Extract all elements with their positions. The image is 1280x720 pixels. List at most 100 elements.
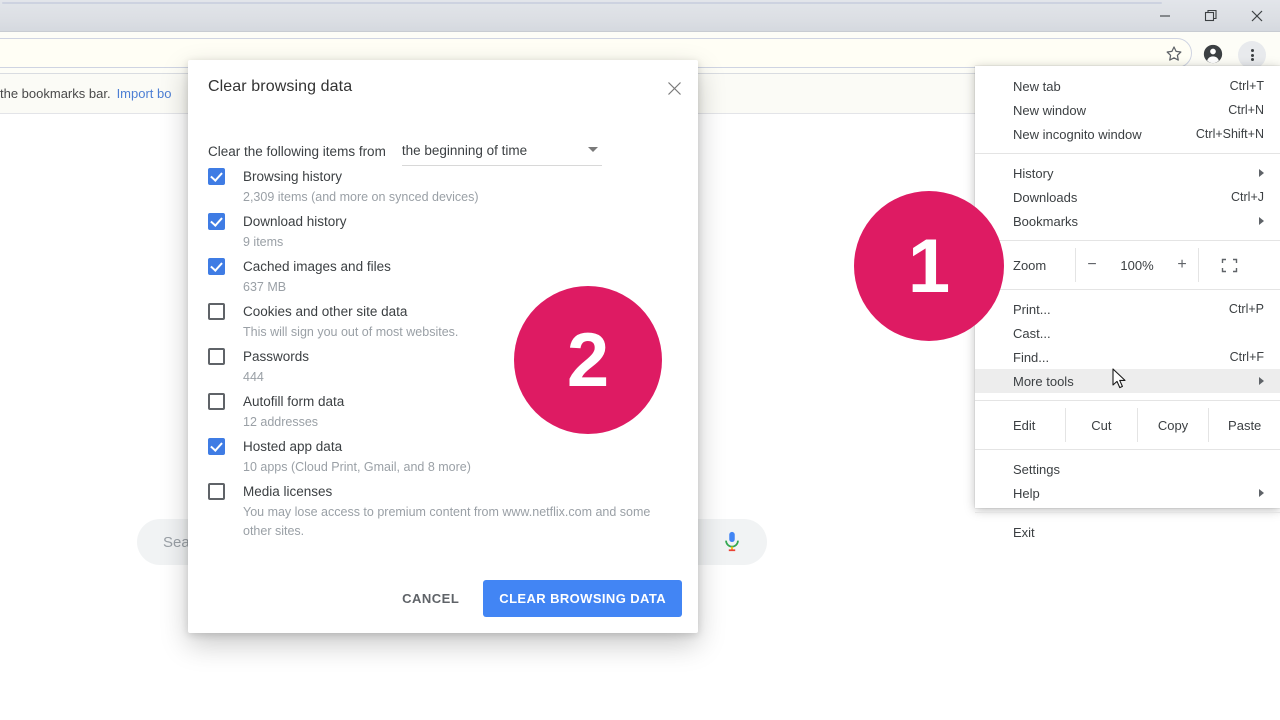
data-type-label: Cached images and files xyxy=(243,259,391,274)
data-type-label: Media licenses xyxy=(243,484,333,499)
menu-item-settings[interactable]: Settings xyxy=(975,457,1280,481)
step-badge-1: 1 xyxy=(854,191,1004,341)
data-type-item[interactable]: Media licenses You may lose access to pre… xyxy=(208,483,680,547)
three-dot-menu-button[interactable] xyxy=(1238,41,1266,69)
checkbox[interactable] xyxy=(208,303,225,320)
menu-item-find[interactable]: Find... Ctrl+F xyxy=(975,345,1280,369)
menu-item-new-tab[interactable]: New tab Ctrl+T xyxy=(975,74,1280,98)
zoom-out-button[interactable]: − xyxy=(1076,256,1108,274)
paste-button[interactable]: Paste xyxy=(1209,418,1280,433)
browser-window: the bookmarks bar. Import bo Search Clea… xyxy=(0,0,1280,720)
minimize-button[interactable] xyxy=(1142,0,1188,32)
menu-separator xyxy=(975,400,1280,401)
dialog-actions: CANCEL CLEAR BROWSING DATA xyxy=(388,580,682,617)
dialog-close-button[interactable] xyxy=(662,76,686,100)
menu-separator xyxy=(975,449,1280,450)
data-type-texts: Browsing history 2,309 items (and more on… xyxy=(243,168,680,207)
chevron-down-icon xyxy=(587,147,598,152)
checkbox[interactable] xyxy=(208,348,225,365)
menu-item-new-incognito-window[interactable]: New incognito window Ctrl+Shift+N xyxy=(975,122,1280,146)
menu-item-shortcut: Ctrl+T xyxy=(1229,79,1264,93)
clear-browsing-data-button[interactable]: CLEAR BROWSING DATA xyxy=(483,580,682,617)
zoom-level-value: 100% xyxy=(1120,257,1154,273)
restore-button[interactable] xyxy=(1188,0,1234,32)
menu-item-cast[interactable]: Cast... xyxy=(975,321,1280,345)
step-badge-number: 1 xyxy=(907,223,951,309)
close-icon xyxy=(1251,10,1263,22)
bookmark-star-icon[interactable] xyxy=(1164,44,1184,64)
menu-item-shortcut: Ctrl+Shift+N xyxy=(1195,127,1264,141)
menu-item-shortcut: Ctrl+J xyxy=(1231,190,1264,204)
menu-item-label: More tools xyxy=(1013,373,1074,389)
menu-item-history[interactable]: History xyxy=(975,161,1280,185)
checkbox[interactable] xyxy=(208,168,225,185)
data-type-texts: Media licenses You may lose access to pre… xyxy=(243,483,680,541)
minimize-icon xyxy=(1160,15,1170,17)
step-badge-2: 2 xyxy=(514,286,662,434)
menu-item-label: Downloads xyxy=(1013,189,1078,205)
submenu-arrow-icon xyxy=(1259,377,1264,385)
three-dot-menu-icon xyxy=(1250,48,1254,62)
menu-edit-row: Edit Cut Copy Paste xyxy=(975,408,1280,442)
menu-item-exit[interactable]: Exit xyxy=(975,520,1280,544)
menu-item-help[interactable]: Help xyxy=(975,481,1280,505)
data-type-sublabel: You may lose access to premium content f… xyxy=(243,505,651,538)
data-type-item[interactable]: Hosted app data 10 apps (Cloud Print, Gma… xyxy=(208,438,680,483)
fullscreen-button[interactable] xyxy=(1199,258,1259,273)
data-type-sublabel: 10 apps (Cloud Print, Gmail, and 8 more) xyxy=(243,460,471,474)
data-type-texts: Hosted app data 10 apps (Cloud Print, Gma… xyxy=(243,438,680,477)
mouse-pointer-icon xyxy=(1112,368,1126,389)
data-type-label: Download history xyxy=(243,214,347,229)
menu-item-new-window[interactable]: New window Ctrl+N xyxy=(975,98,1280,122)
restore-icon xyxy=(1204,9,1217,22)
data-type-item[interactable]: Download history 9 items xyxy=(208,213,680,258)
cancel-button[interactable]: CANCEL xyxy=(388,582,473,615)
menu-item-label: Find... xyxy=(1013,349,1050,365)
checkbox[interactable] xyxy=(208,258,225,275)
menu-item-label: New tab xyxy=(1013,78,1061,94)
window-controls xyxy=(1142,0,1280,32)
data-type-item[interactable]: Browsing history 2,309 items (and more on… xyxy=(208,168,680,213)
cut-button[interactable]: Cut xyxy=(1066,418,1137,433)
tab-strip-placeholder xyxy=(2,2,1162,4)
menu-top-padding xyxy=(975,66,1280,74)
time-period-select[interactable]: the beginning of time xyxy=(401,136,602,166)
microphone-icon[interactable] xyxy=(721,530,743,554)
menu-separator xyxy=(975,289,1280,290)
data-type-label: Browsing history xyxy=(243,169,343,184)
menu-item-label: New window xyxy=(1013,102,1086,118)
time-period-value: the beginning of time xyxy=(401,143,528,158)
step-badge-number: 2 xyxy=(566,317,610,403)
menu-item-shortcut: Ctrl+N xyxy=(1228,103,1264,117)
menu-item-print[interactable]: Print... Ctrl+P xyxy=(975,297,1280,321)
menu-item-shortcut: Ctrl+P xyxy=(1228,302,1264,316)
menu-item-bookmarks[interactable]: Bookmarks xyxy=(975,209,1280,233)
menu-separator xyxy=(975,240,1280,241)
dialog-title: Clear browsing data xyxy=(208,78,353,95)
fullscreen-icon xyxy=(1221,258,1237,272)
close-button[interactable] xyxy=(1234,0,1280,32)
data-type-sublabel: 9 items xyxy=(243,235,284,249)
profile-avatar-icon[interactable] xyxy=(1202,43,1224,65)
copy-button[interactable]: Copy xyxy=(1138,418,1209,433)
checkbox[interactable] xyxy=(208,438,225,455)
data-type-sublabel: 2,309 items (and more on synced devices) xyxy=(243,190,479,204)
bookmarks-bar-hint: the bookmarks bar. xyxy=(0,86,111,101)
menu-item-shortcut: Ctrl+F xyxy=(1229,350,1264,364)
menu-item-downloads[interactable]: Downloads Ctrl+J xyxy=(975,185,1280,209)
checkbox[interactable] xyxy=(208,393,225,410)
checkbox[interactable] xyxy=(208,483,225,500)
time-period-row: Clear the following items from the begin… xyxy=(208,134,678,168)
menu-item-label: New incognito window xyxy=(1013,126,1142,142)
import-bookmarks-link[interactable]: Import bo xyxy=(117,86,172,101)
menu-item-label: Exit xyxy=(1013,524,1035,540)
menu-item-label: Settings xyxy=(1013,461,1060,477)
title-bar xyxy=(0,0,1280,32)
menu-separator xyxy=(975,512,1280,513)
checkbox[interactable] xyxy=(208,213,225,230)
submenu-arrow-icon xyxy=(1259,169,1264,177)
menu-zoom-row: Zoom −100% + xyxy=(975,248,1280,282)
zoom-in-button[interactable]: + xyxy=(1166,256,1198,274)
edit-label: Edit xyxy=(1013,417,1036,433)
menu-item-label: Bookmarks xyxy=(1013,213,1079,229)
